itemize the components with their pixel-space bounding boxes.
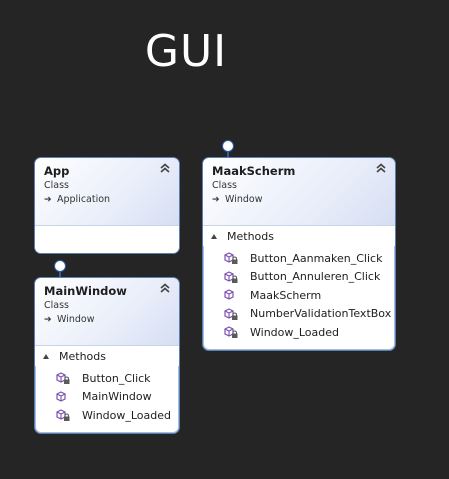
- empty-members-section: [35, 225, 179, 253]
- class-kind: Class: [212, 180, 237, 191]
- class-header: App Class ➔ Application: [35, 158, 179, 225]
- class-header: MaakScherm Class ➔ Window: [203, 158, 395, 225]
- private-method-icon: [55, 408, 71, 422]
- inherits-arrow-icon: ➔: [44, 195, 52, 205]
- list-item[interactable]: MainWindow: [35, 388, 179, 407]
- methods-section-header[interactable]: Methods: [35, 345, 179, 366]
- class-name: MainWindow: [44, 284, 127, 298]
- interface-lollipop-icon[interactable]: [222, 140, 234, 152]
- list-item[interactable]: Window_Loaded: [35, 406, 179, 425]
- base-class-name: Window: [57, 314, 95, 325]
- method-name: MaakScherm: [250, 288, 322, 302]
- list-item[interactable]: Window_Loaded: [203, 323, 395, 342]
- private-method-icon: [223, 251, 239, 265]
- class-kind: Class: [44, 180, 69, 191]
- private-method-icon: [223, 325, 239, 339]
- method-name: Window_Loaded: [250, 325, 340, 339]
- base-class-name: Window: [225, 194, 263, 205]
- method-name: Button_Click: [82, 371, 151, 385]
- collapse-chevron-icon[interactable]: [159, 162, 171, 174]
- collapse-chevron-icon[interactable]: [375, 162, 387, 174]
- method-name: Window_Loaded: [82, 408, 172, 422]
- diagram-title: GUI: [144, 26, 228, 77]
- collapse-chevron-icon[interactable]: [159, 282, 171, 294]
- class-box-mainwindow[interactable]: MainWindow Class ➔ Window Methods Button…: [34, 277, 180, 434]
- class-box-app[interactable]: App Class ➔ Application: [34, 157, 180, 254]
- class-box-maakscherm[interactable]: MaakScherm Class ➔ Window Methods Button…: [202, 157, 396, 351]
- list-item[interactable]: Button_Aanmaken_Click: [203, 249, 395, 268]
- public-method-icon: [223, 288, 239, 302]
- private-method-icon: [223, 307, 239, 321]
- methods-list: Button_Click MainWindow Window_Loaded: [35, 366, 179, 425]
- list-item[interactable]: Button_Click: [35, 369, 179, 388]
- section-label: Methods: [227, 229, 274, 243]
- private-method-icon: [223, 270, 239, 284]
- inherits-arrow-icon: ➔: [44, 315, 52, 325]
- methods-list: Button_Aanmaken_Click Button_Annuleren_C…: [203, 246, 395, 342]
- method-name: Button_Annuleren_Click: [250, 270, 381, 284]
- section-label: Methods: [59, 349, 106, 363]
- class-kind: Class: [44, 300, 69, 311]
- class-base: ➔ Window: [212, 193, 386, 207]
- interface-lollipop-icon[interactable]: [54, 260, 66, 272]
- class-header: MainWindow Class ➔ Window: [35, 278, 179, 345]
- list-item[interactable]: NumberValidationTextBox: [203, 305, 395, 324]
- methods-section-header[interactable]: Methods: [203, 225, 395, 246]
- class-base: ➔ Window: [44, 313, 170, 327]
- public-method-icon: [55, 390, 71, 404]
- base-class-name: Application: [57, 194, 111, 205]
- class-name: App: [44, 164, 70, 178]
- method-name: MainWindow: [82, 390, 152, 404]
- method-name: Button_Aanmaken_Click: [250, 251, 383, 265]
- collapse-triangle-icon[interactable]: [43, 353, 49, 359]
- class-base: ➔ Application: [44, 193, 170, 207]
- collapse-triangle-icon[interactable]: [211, 233, 217, 239]
- method-name: NumberValidationTextBox: [250, 307, 392, 321]
- private-method-icon: [55, 371, 71, 385]
- inherits-arrow-icon: ➔: [212, 195, 220, 205]
- list-item[interactable]: MaakScherm: [203, 286, 395, 305]
- list-item[interactable]: Button_Annuleren_Click: [203, 268, 395, 287]
- class-name: MaakScherm: [212, 164, 296, 178]
- diagram-canvas: GUI App Class ➔ Application MainWindow C…: [0, 0, 449, 479]
